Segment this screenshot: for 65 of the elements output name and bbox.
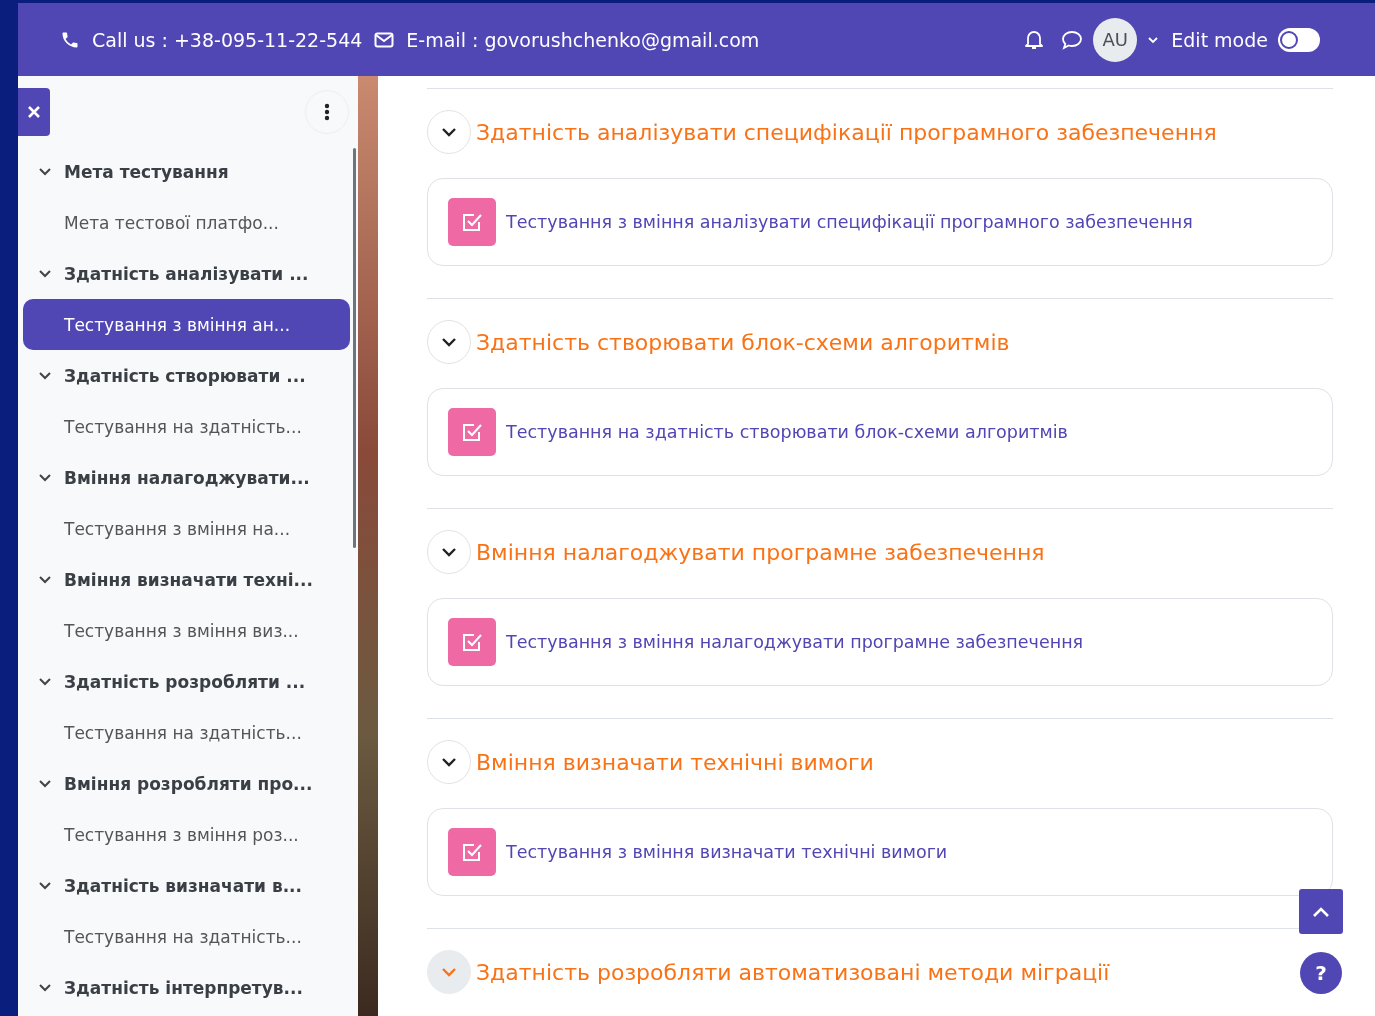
- section-title[interactable]: Здатність розробляти ...: [64, 671, 306, 692]
- index-item[interactable]: Тестування на здатність...: [23, 911, 350, 962]
- chevron-icon: [441, 967, 457, 977]
- kebab-icon: [324, 103, 330, 121]
- index-section[interactable]: Здатність визначати в...: [23, 860, 350, 911]
- chevron-icon[interactable]: [38, 676, 52, 687]
- edit-mode-label: Edit mode: [1171, 28, 1268, 51]
- close-icon: [27, 105, 41, 119]
- index-section[interactable]: Здатність створювати ...: [23, 350, 350, 401]
- chevron-icon[interactable]: [38, 778, 52, 789]
- scrollbar[interactable]: [353, 148, 356, 548]
- section-title[interactable]: Здатність створювати ...: [64, 365, 306, 386]
- quiz-icon: [448, 198, 496, 246]
- activity-link[interactable]: Тестування з вміння визначати технічні вимоги: [506, 842, 948, 862]
- index-item[interactable]: Тестування на здатність...: [23, 401, 350, 452]
- index-item[interactable]: Мета тестової платфо...: [23, 197, 350, 248]
- chevron-icon[interactable]: [38, 268, 52, 279]
- chevron-icon[interactable]: [38, 982, 52, 993]
- index-section[interactable]: Вміння налагоджувати...: [23, 452, 350, 503]
- edit-mode-toggle[interactable]: [1278, 27, 1320, 52]
- section-title[interactable]: Здатність інтерпретув...: [64, 977, 303, 998]
- phone-text: Call us : +38-095-11-22-544: [92, 28, 363, 51]
- chevron-icon[interactable]: [38, 472, 52, 483]
- chevron-icon: [441, 757, 457, 767]
- index-item[interactable]: Тестування з вміння виз...: [23, 605, 350, 656]
- index-section[interactable]: Здатність аналізувати ...: [23, 248, 350, 299]
- index-item[interactable]: Тестування на здатність...: [23, 707, 350, 758]
- index-section[interactable]: Мета тестування: [23, 146, 350, 197]
- envelope-icon: [374, 31, 395, 48]
- section-title[interactable]: Вміння налагоджувати...: [64, 467, 310, 488]
- email-text: E-mail : govorushchenko@gmail.com: [406, 28, 760, 51]
- index-section[interactable]: Вміння розробляти про...: [23, 758, 350, 809]
- index-item[interactable]: Тестування з вміння ан...: [23, 299, 350, 350]
- bell-icon[interactable]: [1025, 29, 1044, 50]
- section-title[interactable]: Здатність визначати в...: [64, 875, 303, 896]
- user-avatar[interactable]: AU: [1093, 17, 1138, 62]
- index-item[interactable]: Тестування з вміння роз...: [23, 809, 350, 860]
- chevron-icon[interactable]: [38, 574, 52, 585]
- chat-icon[interactable]: [1061, 29, 1084, 50]
- quiz-icon: [448, 408, 496, 456]
- section-title[interactable]: Вміння визначати техні...: [64, 569, 313, 590]
- help-button[interactable]: ?: [1300, 952, 1342, 994]
- back-to-top-button[interactable]: [1299, 889, 1343, 934]
- quiz-icon: [448, 828, 496, 876]
- chevron-icon[interactable]: [38, 166, 52, 177]
- section-title[interactable]: Вміння розробляти про...: [64, 773, 313, 794]
- activity-link[interactable]: Тестування на здатність створювати блок-схеми алгоритмів: [506, 422, 1068, 442]
- chevron-icon: [441, 337, 457, 347]
- quiz-icon: [448, 618, 496, 666]
- chevron-up-icon: [1312, 905, 1330, 918]
- index-section[interactable]: Вміння визначати техні...: [23, 554, 350, 605]
- activity-link[interactable]: Тестування з вміння аналізувати специфікації програмного забезпечення: [506, 212, 1193, 232]
- chevron-icon[interactable]: [38, 370, 52, 381]
- activity-link[interactable]: Тестування з вміння налагоджувати програмне забезпечення: [506, 632, 1084, 652]
- section-title[interactable]: Здатність аналізувати ...: [64, 263, 309, 284]
- chevron-icon: [441, 547, 457, 557]
- close-button[interactable]: [18, 88, 50, 136]
- index-item[interactable]: Тестування з вміння на...: [23, 503, 350, 554]
- section-title[interactable]: Мета тестування: [64, 161, 229, 182]
- more-options-button[interactable]: [305, 90, 349, 134]
- chevron-icon: [441, 127, 457, 137]
- index-section[interactable]: Здатність інтерпретув...: [23, 962, 350, 1013]
- index-section[interactable]: Здатність розробляти ...: [23, 656, 350, 707]
- chevron-icon[interactable]: [38, 880, 52, 891]
- caret-icon[interactable]: [1147, 35, 1160, 44]
